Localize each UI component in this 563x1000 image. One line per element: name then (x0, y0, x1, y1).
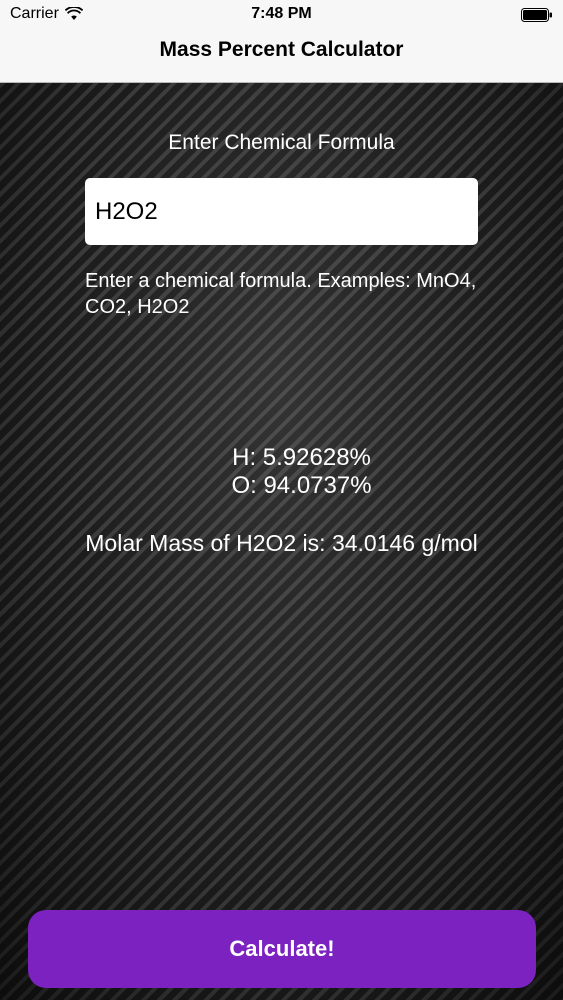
page-title: Mass Percent Calculator (159, 38, 404, 61)
percent-results: H: 5.92628% O: 94.0737% (0, 416, 563, 528)
percent-result-o: O: 94.0737% (231, 472, 372, 499)
status-bar: Carrier 7:48 PM (0, 0, 563, 30)
status-time: 7:48 PM (251, 5, 312, 22)
battery-icon (521, 8, 553, 22)
formula-hint: Enter a chemical formula. Examples: MnO4… (85, 270, 477, 318)
formula-prompt-label: Enter Chemical Formula (168, 131, 395, 154)
app-screen: Carrier 7:48 PM Mass Percent Calculator … (0, 0, 563, 1000)
formula-input[interactable] (85, 178, 478, 245)
top-bar: Carrier 7:48 PM Mass Percent Calculator (0, 0, 563, 83)
percent-result-h: H: 5.92628% (232, 444, 371, 471)
calculate-button[interactable]: Calculate! (28, 910, 536, 988)
main-content: Enter Chemical Formula Enter a chemical … (0, 83, 563, 1000)
molar-mass-result: Molar Mass of H2O2 is: 34.0146 g/mol (85, 530, 478, 556)
